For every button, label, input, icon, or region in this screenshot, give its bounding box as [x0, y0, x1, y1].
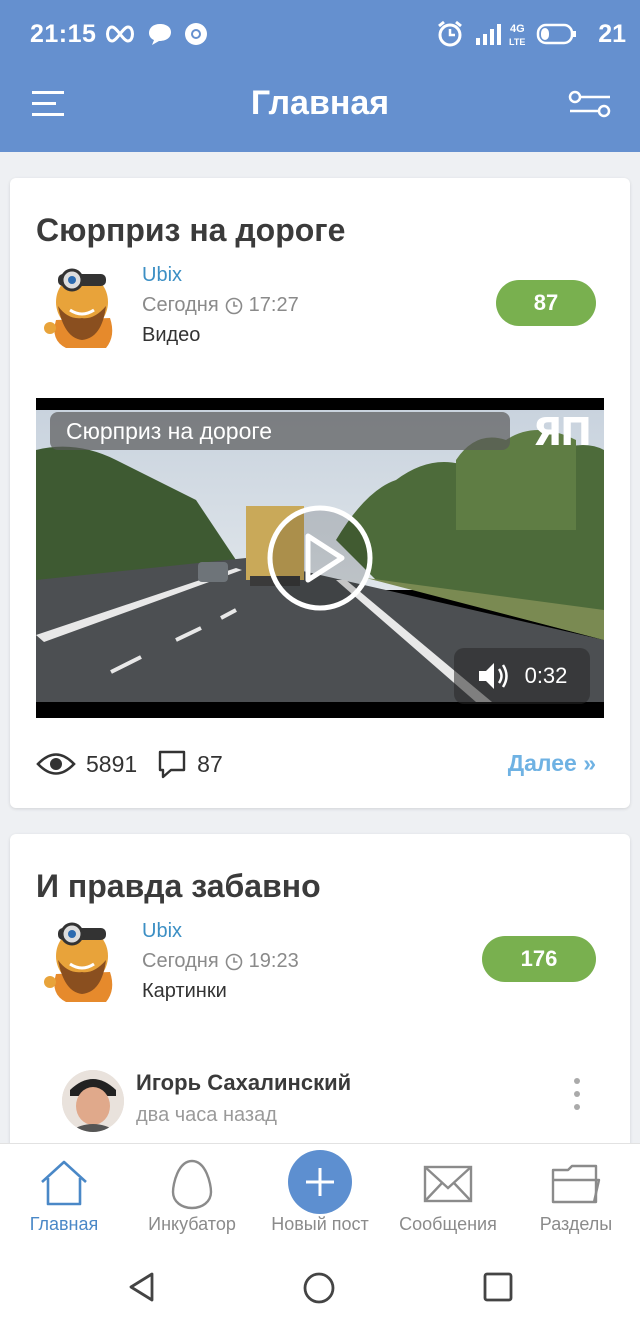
comments-value: 87 — [197, 750, 223, 777]
tab-label: Главная — [29, 1214, 99, 1234]
tab-label: Новый пост — [271, 1214, 369, 1234]
tab-messages[interactable]: Сообщения — [384, 1144, 512, 1244]
infinity-icon — [106, 25, 134, 43]
video-title: Сюрприз на дороге — [50, 412, 510, 450]
rating-badge[interactable]: 87 — [496, 280, 596, 326]
post-date: Сегодня 17:27 — [142, 294, 299, 317]
video-controls: 0:32 — [454, 648, 590, 704]
embedded-comment[interactable]: Игорь Сахалинский два часа назад — [36, 1052, 604, 1142]
tab-new-post[interactable]: Новый пост — [256, 1144, 384, 1244]
post-category[interactable]: Видео — [142, 324, 200, 347]
post-title[interactable]: И правда забавно — [36, 868, 321, 905]
svg-text:4G: 4G — [510, 23, 525, 35]
comment-icon — [158, 750, 186, 779]
read-more-link[interactable]: Далее » — [508, 750, 596, 777]
filter-settings-icon[interactable] — [568, 88, 612, 120]
alarm-icon — [438, 20, 462, 47]
yap-logo: ЯП — [532, 410, 592, 454]
recent-apps-icon[interactable] — [482, 1271, 514, 1303]
chrome-icon — [185, 23, 207, 45]
play-icon[interactable] — [266, 504, 374, 612]
views-count: 5891 — [36, 751, 137, 778]
tab-label: Инкубатор — [148, 1214, 236, 1234]
tab-label: Разделы — [539, 1214, 613, 1234]
volume-icon[interactable] — [477, 661, 511, 691]
commenter-avatar — [62, 1070, 124, 1132]
status-bar: 21:15 4G LTE 21 — [0, 0, 640, 68]
time-label: 19:23 — [248, 950, 299, 972]
date-label: Сегодня — [142, 294, 219, 316]
home-button-icon[interactable] — [302, 1271, 336, 1305]
system-navigation-bar — [0, 1243, 640, 1330]
post-date: Сегодня 19:23 — [142, 950, 299, 973]
post-card[interactable]: Сюрприз на дороге Ubix Сегодня 17:27 Вид… — [10, 178, 630, 808]
clock-icon — [225, 953, 242, 970]
tab-label: Сообщения — [399, 1214, 497, 1234]
chat-bubble-icon — [149, 24, 171, 45]
clock-icon — [225, 297, 242, 314]
rating-badge[interactable]: 176 — [482, 936, 596, 982]
new-post-button[interactable] — [288, 1150, 352, 1214]
home-icon — [41, 1160, 87, 1206]
post-title[interactable]: Сюрприз на дороге — [36, 212, 345, 249]
comment-time: два часа назад — [136, 1104, 277, 1126]
plus-icon — [306, 1168, 334, 1196]
post-card[interactable]: И правда забавно Ubix Сегодня 19:23 Карт… — [10, 834, 630, 1164]
eye-icon — [36, 753, 76, 775]
egg-icon — [171, 1159, 213, 1210]
battery-icon — [536, 23, 576, 45]
video-duration: 0:32 — [524, 663, 568, 688]
author-avatar[interactable] — [36, 260, 128, 352]
signal-icon — [476, 24, 501, 45]
person-photo-icon — [62, 1070, 124, 1132]
more-vertical-icon[interactable] — [572, 1076, 582, 1112]
author-avatar[interactable] — [36, 914, 128, 1006]
comments-count[interactable]: 87 — [157, 749, 223, 779]
tab-sections[interactable]: Разделы — [512, 1144, 640, 1244]
date-label: Сегодня — [142, 950, 219, 972]
tab-incubator[interactable]: Инкубатор — [128, 1144, 256, 1244]
post-category[interactable]: Картинки — [142, 980, 227, 1003]
status-time: 21:15 — [30, 20, 97, 48]
views-value: 5891 — [86, 750, 138, 777]
author-name[interactable]: Ubix — [142, 264, 182, 287]
commenter-name: Игорь Сахалинский — [136, 1070, 352, 1095]
back-icon[interactable] — [126, 1271, 158, 1303]
svg-text:LTE: LTE — [509, 37, 525, 47]
video-player[interactable]: Сюрприз на дороге ЯП 0:32 — [36, 398, 604, 718]
post-stats: 5891 87 — [36, 746, 243, 782]
envelope-icon — [423, 1165, 473, 1203]
page-title: Главная — [250, 84, 390, 122]
4g-lte-icon: 4G LTE — [509, 23, 525, 47]
tab-home[interactable]: Главная — [0, 1144, 128, 1244]
folder-icon — [551, 1164, 601, 1204]
author-name[interactable]: Ubix — [142, 920, 182, 943]
bottom-tab-bar: Главная Инкубатор Новый пост Сообщения Р… — [0, 1143, 640, 1243]
battery-level: 21 — [598, 20, 626, 48]
time-label: 17:27 — [248, 294, 299, 316]
top-bar: 21:15 4G LTE 21 Главная — [0, 0, 640, 152]
